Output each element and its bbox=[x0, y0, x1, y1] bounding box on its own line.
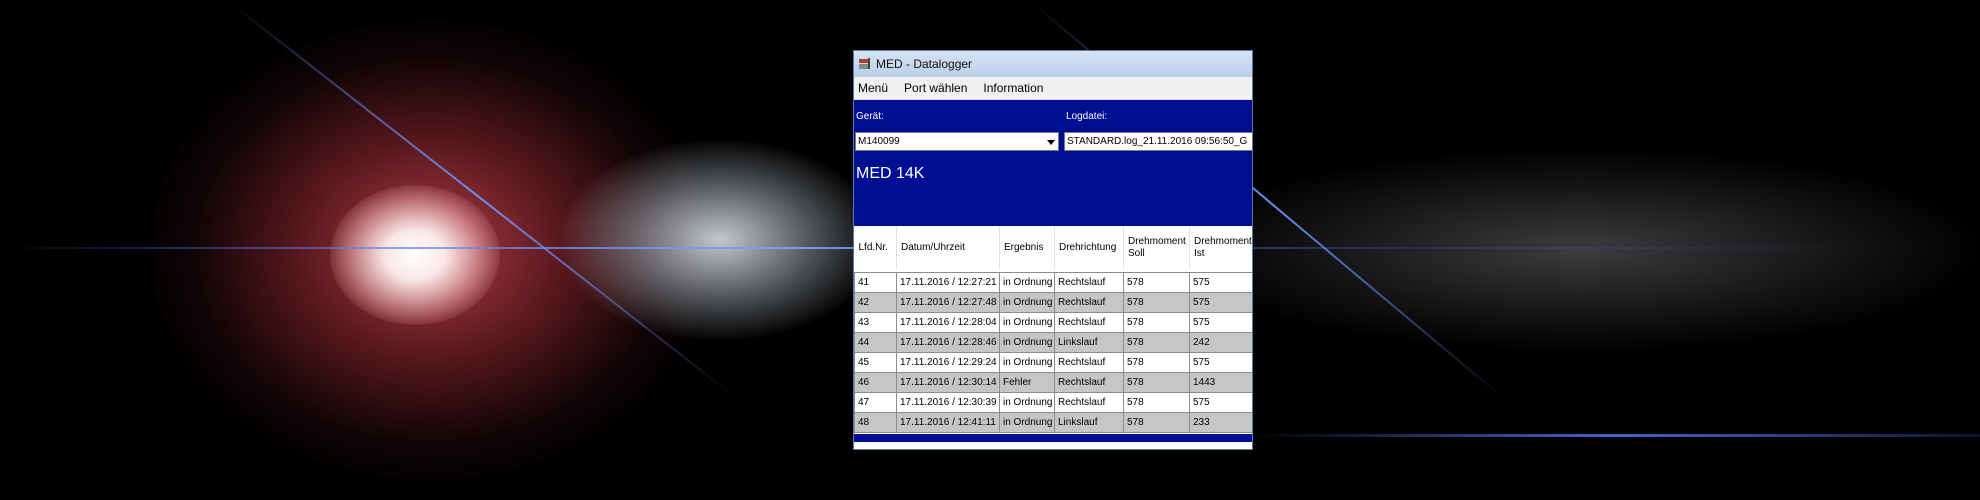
table-header-row: Lfd.Nr. Datum/Uhrzeit Ergebnis Drehricht… bbox=[854, 226, 1252, 269]
table-cell: Linkslauf bbox=[1054, 332, 1124, 353]
table-cell: 17.11.2016 / 12:27:48 bbox=[896, 292, 1000, 313]
model-title: MED 14K bbox=[856, 165, 925, 182]
table-cell: in Ordnung bbox=[999, 392, 1055, 413]
window-title: MED - Datalogger bbox=[876, 57, 973, 71]
table-cell: Rechtslauf bbox=[1054, 372, 1124, 393]
column-header-torque-target[interactable]: Drehmoment Soll bbox=[1123, 226, 1190, 269]
table-row[interactable]: 42 17.11.2016 / 12:27:48 in Ordnung Rech… bbox=[854, 292, 1252, 313]
app-icon bbox=[858, 57, 872, 71]
column-header-result[interactable]: Ergebnis bbox=[999, 226, 1055, 269]
chevron-down-icon[interactable] bbox=[1047, 140, 1055, 145]
table-cell: 575 bbox=[1189, 292, 1252, 313]
table-cell: in Ordnung bbox=[999, 292, 1055, 313]
table-cell: Rechtslauf bbox=[1054, 312, 1124, 333]
log-table-container[interactable]: Lfd.Nr. Datum/Uhrzeit Ergebnis Drehricht… bbox=[854, 226, 1252, 434]
table-row[interactable]: 47 17.11.2016 / 12:30:39 in Ordnung Rech… bbox=[854, 392, 1252, 413]
column-header-number[interactable]: Lfd.Nr. bbox=[854, 226, 897, 269]
table-cell: 44 bbox=[854, 332, 897, 353]
table-cell: in Ordnung bbox=[999, 352, 1055, 373]
table-cell: Rechtslauf bbox=[1054, 392, 1124, 413]
table-cell: 242 bbox=[1189, 332, 1252, 353]
table-cell: 578 bbox=[1123, 412, 1190, 433]
table-cell: 578 bbox=[1123, 372, 1190, 393]
menu-item-menue[interactable]: Menü bbox=[858, 81, 888, 95]
table-cell: in Ordnung bbox=[999, 272, 1055, 293]
table-cell: Rechtslauf bbox=[1054, 292, 1124, 313]
logfile-label: Logdatei: bbox=[1066, 111, 1108, 122]
column-header-datetime[interactable]: Datum/Uhrzeit bbox=[896, 226, 1000, 269]
device-label: Gerät: bbox=[856, 111, 884, 122]
table-cell: 578 bbox=[1123, 292, 1190, 313]
log-table: Lfd.Nr. Datum/Uhrzeit Ergebnis Drehricht… bbox=[854, 226, 1252, 433]
datalogger-window[interactable]: MED - Datalogger Menü Port wählen Inform… bbox=[853, 50, 1253, 450]
table-cell: 47 bbox=[854, 392, 897, 413]
table-cell: Fehler bbox=[999, 372, 1055, 393]
table-cell: 575 bbox=[1189, 272, 1252, 293]
device-select-value: M140099 bbox=[858, 136, 900, 147]
menu-item-information[interactable]: Information bbox=[983, 81, 1043, 95]
table-cell: 578 bbox=[1123, 272, 1190, 293]
table-cell: 48 bbox=[854, 412, 897, 433]
table-cell: Rechtslauf bbox=[1054, 272, 1124, 293]
table-cell: 17.11.2016 / 12:30:39 bbox=[896, 392, 1000, 413]
status-strip bbox=[854, 434, 1252, 442]
wallpaper-red-glow bbox=[150, 20, 710, 480]
table-cell: 17.11.2016 / 12:28:46 bbox=[896, 332, 1000, 353]
table-row[interactable]: 41 17.11.2016 / 12:27:21 in Ordnung Rech… bbox=[854, 272, 1252, 293]
table-cell: 43 bbox=[854, 312, 897, 333]
table-cell: 1443 bbox=[1189, 372, 1252, 393]
table-row[interactable]: 43 17.11.2016 / 12:28:04 in Ordnung Rech… bbox=[854, 312, 1252, 333]
table-cell: 575 bbox=[1189, 312, 1252, 333]
table-cell: 233 bbox=[1189, 412, 1252, 433]
table-cell: 578 bbox=[1123, 392, 1190, 413]
title-bar[interactable]: MED - Datalogger bbox=[854, 51, 1252, 77]
table-row[interactable]: 45 17.11.2016 / 12:29:24 in Ordnung Rech… bbox=[854, 352, 1252, 373]
device-select[interactable]: M140099 bbox=[855, 132, 1059, 151]
table-cell: 46 bbox=[854, 372, 897, 393]
table-cell: 575 bbox=[1189, 352, 1252, 373]
table-cell: 45 bbox=[854, 352, 897, 373]
table-cell: 42 bbox=[854, 292, 897, 313]
table-row[interactable]: 46 17.11.2016 / 12:30:14 Fehler Rechtsla… bbox=[854, 372, 1252, 393]
menu-item-port[interactable]: Port wählen bbox=[904, 81, 967, 95]
wallpaper-cloud-glow bbox=[560, 140, 880, 340]
table-cell: 17.11.2016 / 12:30:14 bbox=[896, 372, 1000, 393]
table-cell: 17.11.2016 / 12:27:21 bbox=[896, 272, 1000, 293]
table-cell: 578 bbox=[1123, 332, 1190, 353]
table-cell: 17.11.2016 / 12:28:04 bbox=[896, 312, 1000, 333]
menu-bar: Menü Port wählen Information bbox=[854, 77, 1252, 100]
table-cell: 578 bbox=[1123, 312, 1190, 333]
device-panel: Gerät: Logdatei: M140099 STANDARD.log_21… bbox=[854, 100, 1252, 226]
column-header-direction[interactable]: Drehrichtung bbox=[1054, 226, 1124, 269]
table-row[interactable]: 48 17.11.2016 / 12:41:11 in Ordnung Link… bbox=[854, 412, 1252, 433]
column-header-torque-actual[interactable]: Drehmoment Ist bbox=[1189, 226, 1252, 269]
wallpaper-lower-beam bbox=[1250, 434, 1980, 437]
table-cell: Linkslauf bbox=[1054, 412, 1124, 433]
table-cell: 17.11.2016 / 12:29:24 bbox=[896, 352, 1000, 373]
table-cell: Rechtslauf bbox=[1054, 352, 1124, 373]
table-cell: in Ordnung bbox=[999, 412, 1055, 433]
wallpaper-gray-glow bbox=[1180, 150, 1980, 350]
wallpaper-white-flare bbox=[330, 185, 500, 325]
table-cell: in Ordnung bbox=[999, 332, 1055, 353]
table-cell: 575 bbox=[1189, 392, 1252, 413]
logfile-field-value: STANDARD.log_21.11.2016 09:56:50_G bbox=[1067, 136, 1248, 147]
wallpaper-diagonal-beam-left bbox=[227, 0, 733, 396]
table-cell: 41 bbox=[854, 272, 897, 293]
table-row[interactable]: 44 17.11.2016 / 12:28:46 in Ordnung Link… bbox=[854, 332, 1252, 353]
table-cell: in Ordnung bbox=[999, 312, 1055, 333]
table-cell: 17.11.2016 / 12:41:11 bbox=[896, 412, 1000, 433]
table-cell: 578 bbox=[1123, 352, 1190, 373]
window-footer bbox=[854, 442, 1252, 448]
logfile-field[interactable]: STANDARD.log_21.11.2016 09:56:50_G bbox=[1064, 132, 1252, 151]
